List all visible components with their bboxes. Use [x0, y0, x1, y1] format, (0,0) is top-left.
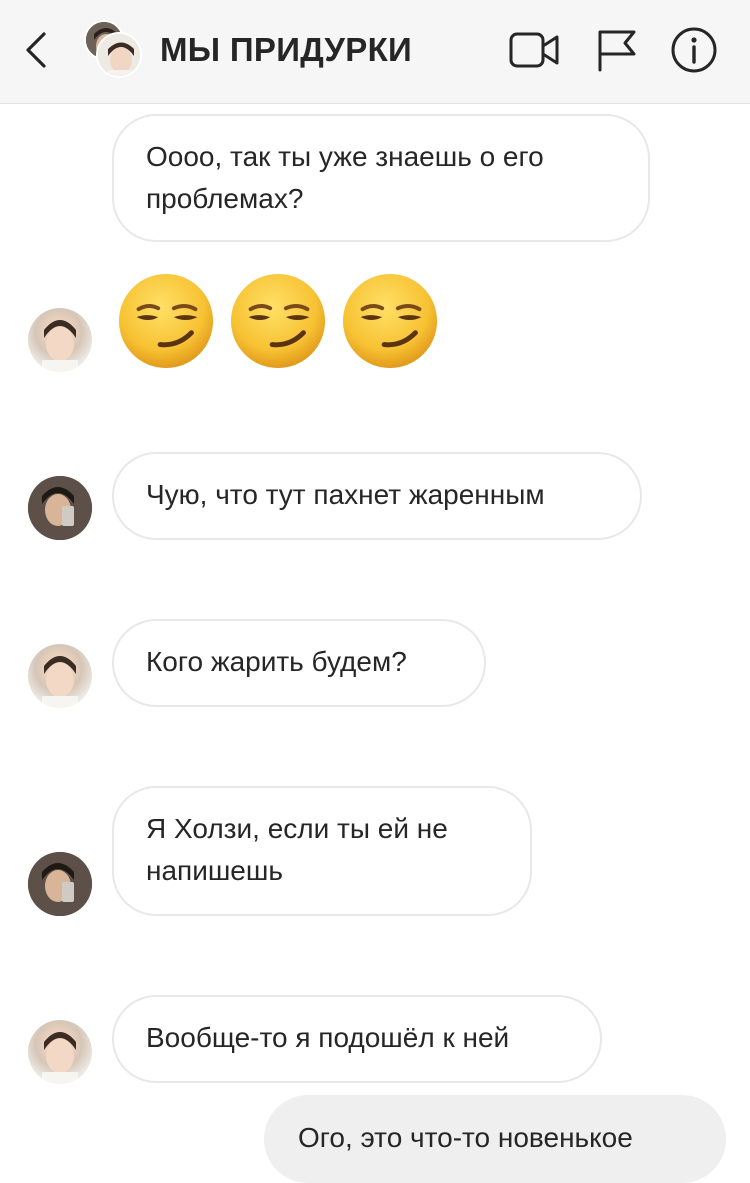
message-text-line: Я Холзи, если ты ей не: [146, 813, 448, 844]
message-text-line: Оооо, так ты уже знаешь о его: [146, 141, 544, 172]
smirk-emoji: [341, 272, 439, 370]
message-text: Кого жарить будем?: [146, 646, 407, 677]
message-text-line: проблемах?: [146, 183, 304, 214]
message-bubble[interactable]: Кого жарить будем?: [112, 619, 486, 707]
group-avatar[interactable]: [82, 18, 142, 78]
message-bubble[interactable]: Я Холзи, если ты ей не напишешь: [112, 786, 532, 916]
flag-icon: [598, 30, 636, 72]
message-bubble[interactable]: Оооо, так ты уже знаешь о его проблемах?: [112, 114, 650, 242]
message-text: Ого, это что-то новенькое: [298, 1122, 633, 1153]
message-bubble[interactable]: Чую, что тут пахнет жаренным: [112, 452, 642, 540]
sender-avatar[interactable]: [28, 476, 92, 540]
info-button[interactable]: [668, 26, 720, 74]
video-call-button[interactable]: [508, 26, 560, 74]
message-text: Вообще-то я подошёл к ней: [146, 1022, 510, 1053]
chat-title: МЫ ПРИДУРКИ: [160, 31, 413, 68]
message-bubble[interactable]: Вообще-то я подошёл к ней: [112, 995, 602, 1083]
sender-avatar[interactable]: [28, 308, 92, 372]
video-camera-icon: [509, 32, 559, 68]
sender-avatar[interactable]: [28, 1020, 92, 1084]
chat-header: МЫ ПРИДУРКИ: [0, 0, 750, 104]
smirk-emoji: [229, 272, 327, 370]
back-button[interactable]: [20, 28, 54, 72]
smirk-emoji: [117, 272, 215, 370]
sender-avatar[interactable]: [28, 644, 92, 708]
message-text: Чую, что тут пахнет жаренным: [146, 479, 545, 510]
back-icon: [26, 32, 46, 68]
message-text-line: напишешь: [146, 855, 283, 886]
report-button[interactable]: [592, 26, 644, 74]
group-avatar-member-2: [96, 32, 142, 78]
sender-avatar[interactable]: [28, 852, 92, 916]
info-icon: [671, 27, 717, 73]
